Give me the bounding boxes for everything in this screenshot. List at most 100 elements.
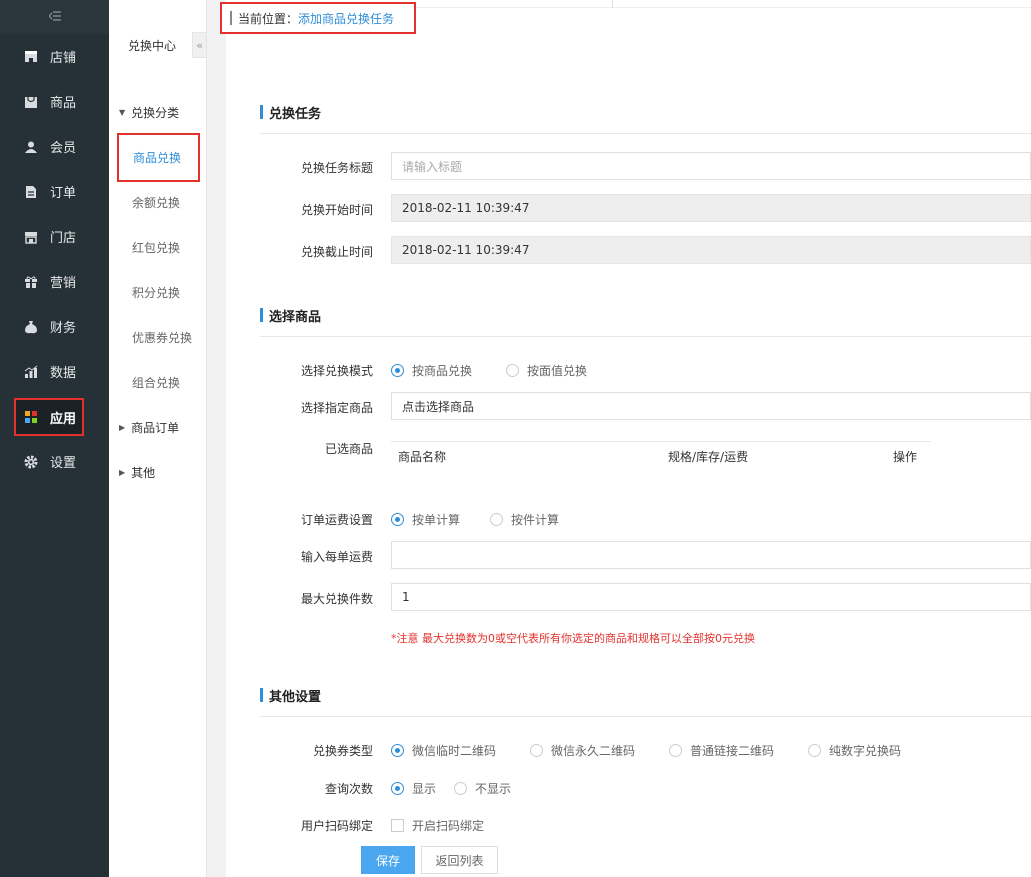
subnav-collapse-button[interactable]: « xyxy=(192,32,207,58)
subnav-item-coupon-exchange[interactable]: 优惠券兑换 xyxy=(109,315,206,360)
freight-setting-label: 订单运费设置 xyxy=(300,513,373,527)
query-count-label: 查询次数 xyxy=(324,782,373,796)
caret-right-icon: ▶ xyxy=(119,423,126,432)
section-title-select-goods: 选择商品 xyxy=(260,305,321,325)
max-exchange-label: 最大兑换件数 xyxy=(300,592,373,606)
coupon-type-label: 兑换券类型 xyxy=(312,744,373,758)
exchange-mode-label: 选择兑换模式 xyxy=(300,364,373,378)
moneybag-icon xyxy=(24,320,38,334)
double-chevron-left-icon: « xyxy=(196,38,203,52)
sidebar-item-store[interactable]: 店铺 xyxy=(0,34,109,79)
sidebar-item-label: 财务 xyxy=(50,321,77,336)
unit-freight-input[interactable] xyxy=(391,541,1031,569)
select-goods-field[interactable]: 点击选择商品 xyxy=(391,392,1031,420)
radio-query-hide[interactable]: 不显示 xyxy=(454,780,511,797)
sidebar-item-marketing[interactable]: 营销 xyxy=(0,259,109,304)
checkbox-scan-bind[interactable]: 开启扫码绑定 xyxy=(391,817,484,834)
chart-icon xyxy=(24,365,38,379)
radio-icon xyxy=(454,782,467,795)
section-marker xyxy=(260,308,263,322)
subnav-group-exchange-category[interactable]: ▼ 兑换分类 xyxy=(109,90,206,135)
subnav-group-label: 商品订单 xyxy=(131,421,180,435)
section-divider xyxy=(260,336,1031,337)
subnav-group-other[interactable]: ▶ 其他 xyxy=(109,450,206,495)
section-title-text: 兑换任务 xyxy=(269,106,322,122)
radio-type-wechat-temp-qr[interactable]: 微信临时二维码 xyxy=(391,742,496,759)
radio-selected-icon xyxy=(391,364,404,377)
col-spec-stock-freight: 规格/库存/运费 xyxy=(668,450,749,464)
radio-icon xyxy=(669,744,682,757)
start-time-field[interactable]: 2018-02-11 10:39:47 xyxy=(391,194,1031,222)
sidebar-item-label: 订单 xyxy=(50,186,77,201)
radio-mode-by-face-value[interactable]: 按面值兑换 xyxy=(506,362,587,379)
subnav-group-label: 兑换分类 xyxy=(131,106,180,120)
radio-type-link-qr[interactable]: 普通链接二维码 xyxy=(669,742,774,759)
radio-label: 按商品兑换 xyxy=(412,364,473,378)
sidebar-item-data[interactable]: 数据 xyxy=(0,349,109,394)
radio-icon xyxy=(808,744,821,757)
radio-mode-by-goods[interactable]: 按商品兑换 xyxy=(391,362,472,379)
sidebar-item-label: 商品 xyxy=(50,96,77,111)
subnav-item-balance-exchange[interactable]: 余额兑换 xyxy=(109,180,206,225)
back-to-list-button[interactable]: 返回列表 xyxy=(421,846,498,874)
radio-freight-per-order[interactable]: 按单计算 xyxy=(391,511,460,528)
radio-label: 微信永久二维码 xyxy=(551,744,636,758)
goods-icon xyxy=(24,95,38,109)
radio-label: 不显示 xyxy=(475,782,512,796)
sidebar-collapse-toggle[interactable] xyxy=(0,0,109,34)
sidebar-item-finance[interactable]: 财务 xyxy=(0,304,109,349)
save-button[interactable]: 保存 xyxy=(361,846,415,874)
select-goods-label: 选择指定商品 xyxy=(300,401,373,415)
sidebar-item-order[interactable]: 订单 xyxy=(0,169,109,214)
subnav-item-redpacket-exchange[interactable]: 红包兑换 xyxy=(109,225,206,270)
breadcrumb-prefix: 当前位置： xyxy=(238,11,299,26)
breadcrumb: 当前位置： 添加商品兑换任务 xyxy=(220,2,416,34)
subnav-item-goods-exchange[interactable]: 商品兑换 xyxy=(117,133,200,182)
radio-icon xyxy=(530,744,543,757)
checkbox-label: 开启扫码绑定 xyxy=(412,819,485,833)
sidebar-item-shop[interactable]: 门店 xyxy=(0,214,109,259)
subnav-item-label: 红包兑换 xyxy=(132,241,181,255)
radio-type-numeric-code[interactable]: 纯数字兑换码 xyxy=(808,742,901,759)
selected-goods-table-header: 商品名称 规格/库存/运费 操作 xyxy=(391,441,931,471)
section-title-other-settings: 其他设置 xyxy=(260,685,321,705)
sidebar-item-goods[interactable]: 商品 xyxy=(0,79,109,124)
gift-icon xyxy=(24,275,38,289)
subnav-item-points-exchange[interactable]: 积分兑换 xyxy=(109,270,206,315)
task-title-input[interactable]: 请输入标题 xyxy=(391,152,1031,180)
caret-down-icon: ▼ xyxy=(119,108,126,117)
subnav-group-label: 其他 xyxy=(131,466,156,480)
member-icon xyxy=(24,140,38,154)
subnav-item-label: 积分兑换 xyxy=(132,286,181,300)
sidebar-item-label: 会员 xyxy=(50,141,77,156)
col-actions: 操作 xyxy=(893,450,918,464)
sub-sidebar: 兑换中心 ▼ 兑换分类 商品兑换 余额兑换 红包兑换 积分兑换 优惠券兑换 组合… xyxy=(109,0,207,877)
store-icon xyxy=(24,50,38,64)
breadcrumb-current-link[interactable]: 添加商品兑换任务 xyxy=(298,10,394,27)
max-exchange-input[interactable]: 1 xyxy=(391,583,1031,611)
radio-label: 按件计算 xyxy=(511,513,560,527)
max-exchange-note: *注意 最大兑换数为0或空代表所有你选定的商品和规格可以全部按0元兑换 xyxy=(391,632,755,645)
sidebar-item-member[interactable]: 会员 xyxy=(0,124,109,169)
section-divider xyxy=(260,133,1031,134)
sidebar-item-apps[interactable]: 应用 xyxy=(14,398,84,436)
radio-selected-icon xyxy=(391,782,404,795)
radio-freight-per-item[interactable]: 按件计算 xyxy=(490,511,559,528)
radio-label: 按面值兑换 xyxy=(527,364,588,378)
sidebar-item-settings[interactable]: 设置 xyxy=(0,439,109,484)
radio-selected-icon xyxy=(391,513,404,526)
subnav-group-goods-orders[interactable]: ▶ 商品订单 xyxy=(109,405,206,450)
sidebar-item-label: 营销 xyxy=(50,276,77,291)
end-time-field[interactable]: 2018-02-11 10:39:47 xyxy=(391,236,1031,264)
radio-label: 纯数字兑换码 xyxy=(829,744,902,758)
sidebar-item-label: 数据 xyxy=(50,366,77,381)
radio-type-wechat-perm-qr[interactable]: 微信永久二维码 xyxy=(530,742,635,759)
radio-query-show[interactable]: 显示 xyxy=(391,780,436,797)
end-time-label: 兑换截止时间 xyxy=(300,245,373,259)
radio-icon xyxy=(490,513,503,526)
breadcrumb-marker xyxy=(230,11,232,25)
col-goods-name: 商品名称 xyxy=(398,450,447,464)
selected-goods-label: 已选商品 xyxy=(324,442,373,456)
subnav-item-label: 优惠券兑换 xyxy=(132,331,193,345)
subnav-item-combo-exchange[interactable]: 组合兑换 xyxy=(109,360,206,405)
